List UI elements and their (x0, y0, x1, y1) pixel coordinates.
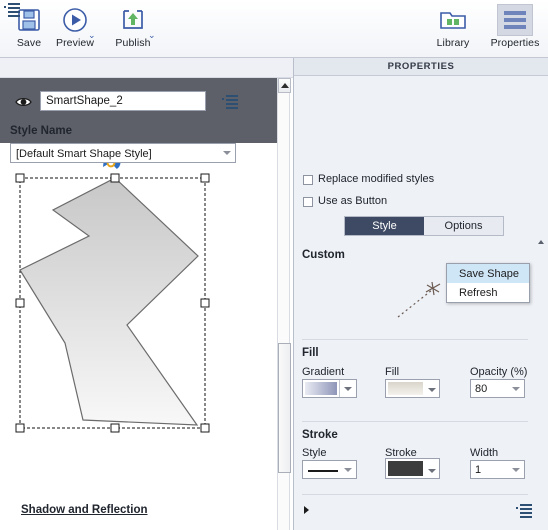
style-options-tabs: Style Options (344, 216, 504, 236)
replace-modified-styles-checkbox[interactable] (303, 175, 313, 185)
save-label: Save (16, 37, 42, 49)
style-name-select[interactable]: [Default Smart Shape Style] (10, 143, 236, 163)
shadow-and-reflection-section[interactable] (294, 498, 548, 522)
slide-canvas[interactable] (0, 143, 277, 530)
expand-triangle-icon[interactable] (304, 506, 309, 514)
preview-dotted-line (397, 289, 433, 318)
stage-vertical-scrollbar[interactable] (277, 78, 291, 530)
custom-context-menu: Save Shape Refresh (446, 263, 530, 303)
shape-layer (0, 143, 277, 530)
shape-name-input[interactable]: SmartShape_2 (40, 91, 206, 111)
opacity-select[interactable]: 80 (470, 379, 525, 398)
fill-swatch (388, 382, 423, 395)
chevron-down-icon (512, 386, 520, 391)
scroll-up-arrow-icon[interactable] (278, 78, 291, 93)
stroke-color-swatch (388, 461, 423, 476)
style-name-value: [Default Smart Shape Style] (16, 148, 152, 160)
divider-stroke (302, 421, 528, 422)
chevron-down-icon (512, 467, 520, 472)
gradient-swatch (305, 382, 337, 395)
style-name-label: Style Name (10, 125, 73, 137)
stroke-width-select[interactable]: 1 (470, 460, 525, 479)
preview-caret-icon[interactable]: ⌄ (88, 31, 96, 40)
gradient-label: Gradient (302, 366, 345, 378)
name-options-menu-icon[interactable] (222, 94, 238, 109)
properties-button[interactable]: Properties (486, 4, 544, 56)
folder-book-icon (438, 4, 468, 36)
stroke-width-label: Width (470, 447, 499, 459)
stroke-style-select[interactable] (302, 460, 357, 479)
stroke-color-picker[interactable] (385, 458, 440, 479)
star-cursor-icon (425, 281, 441, 296)
publish-label: Publish (115, 37, 151, 49)
library-label: Library (436, 37, 470, 49)
properties-panel-header: PROPERTIES (294, 58, 548, 76)
preview-button[interactable]: ⌄ Preview (46, 4, 104, 56)
application-window: Save ⌄ Preview ⌄ Publish Library Propert… (0, 0, 548, 530)
menu-item-save-shape[interactable]: Save Shape (447, 264, 529, 283)
chevron-down-icon (223, 151, 231, 155)
tab-options[interactable]: Options (424, 217, 503, 235)
properties-panel-title: PROPERTIES (387, 61, 455, 72)
stroke-section-heading: Stroke (302, 429, 338, 441)
replace-modified-styles-label: Replace modified styles (318, 173, 435, 185)
publish-upload-icon (119, 4, 147, 36)
main-toolbar: Save ⌄ Preview ⌄ Publish Library Propert… (0, 0, 548, 58)
gradient-swatch-picker[interactable] (302, 379, 357, 398)
divider-fill (302, 339, 528, 340)
gradient-dropdown-icon[interactable] (339, 380, 356, 397)
properties-lines-icon (497, 4, 533, 36)
opacity-value: 80 (475, 383, 488, 395)
fill-section-heading: Fill (302, 347, 319, 359)
publish-caret-icon[interactable]: ⌄ (148, 31, 156, 40)
shadow-options-menu-icon[interactable] (516, 503, 532, 518)
menu-item-refresh[interactable]: Refresh (447, 283, 529, 302)
options-menu-icon (4, 2, 20, 17)
stroke-style-label: Style (302, 447, 327, 459)
solid-line-icon (308, 470, 338, 472)
divider-shadow (302, 494, 528, 495)
use-as-button-label: Use as Button (318, 195, 388, 207)
play-circle-icon (61, 4, 89, 36)
panel-scroll-up-icon[interactable] (538, 240, 544, 244)
properties-label: Properties (490, 37, 540, 49)
visibility-eye-icon[interactable] (15, 96, 32, 108)
library-button[interactable]: Library (424, 4, 482, 56)
chevron-down-icon (344, 467, 352, 472)
fill-dropdown-icon[interactable] (425, 383, 439, 397)
stroke-width-value: 1 (475, 464, 482, 476)
fill-label: Fill (385, 366, 400, 378)
use-as-button-checkbox[interactable] (303, 197, 313, 207)
opacity-label: Opacity (%) (470, 366, 528, 378)
publish-button[interactable]: ⌄ Publish (104, 4, 162, 56)
shadow-and-reflection-label: Shadow and Reflection (21, 504, 148, 516)
fill-swatch-picker[interactable] (385, 379, 440, 398)
scrollbar-thumb[interactable] (278, 343, 291, 473)
smart-shape-polygon[interactable] (19, 177, 199, 426)
tab-style[interactable]: Style (345, 217, 424, 235)
stroke-color-dropdown-icon[interactable] (425, 464, 439, 478)
